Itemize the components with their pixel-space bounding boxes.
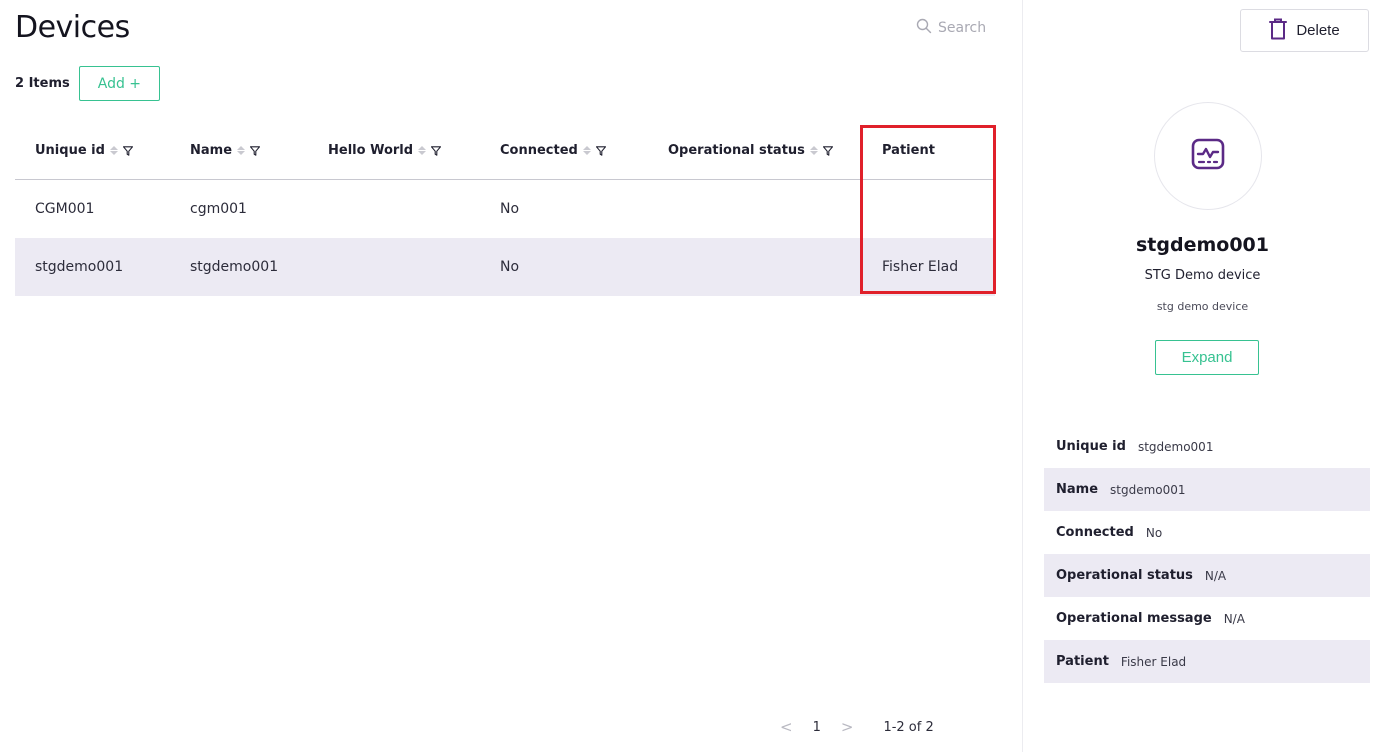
filter-icon[interactable] [595, 145, 606, 156]
property-row: Name stgdemo001 [1044, 468, 1370, 511]
property-value: N/A [1204, 568, 1227, 583]
filter-icon[interactable] [431, 145, 442, 156]
cell-connected: No [500, 201, 520, 217]
search-placeholder: Search [938, 20, 987, 36]
property-key: Patient [1056, 654, 1109, 669]
column-header-operational-status[interactable]: Operational status [648, 143, 846, 158]
column-header-patient[interactable]: Patient [846, 143, 995, 158]
trash-icon [1269, 18, 1288, 44]
device-type: STG Demo device [1144, 268, 1261, 283]
property-row: Connected No [1044, 511, 1370, 554]
property-row: Operational status N/A [1044, 554, 1370, 597]
filter-icon[interactable] [250, 145, 261, 156]
device-name: stgdemo001 [1136, 234, 1269, 256]
table-row[interactable]: stgdemo001 stgdemo001 No Fisher Elad [15, 238, 995, 296]
cell-name: stgdemo001 [190, 259, 279, 275]
prev-page-button[interactable]: < [780, 718, 793, 736]
items-toolbar: 2 Items Add + [15, 66, 161, 101]
device-monitor-icon [1191, 137, 1225, 175]
panel-divider [1022, 0, 1023, 752]
property-row: Unique id stgdemo001 [1044, 425, 1370, 468]
sort-icon[interactable] [109, 146, 118, 155]
property-key: Name [1056, 482, 1099, 497]
property-row: Operational message N/A [1044, 597, 1370, 640]
property-value: Fisher Elad [1120, 654, 1187, 669]
device-description: stg demo device [1156, 300, 1249, 313]
property-key: Unique id [1056, 439, 1126, 454]
property-value: stgdemo001 [1110, 482, 1186, 497]
cell-unique-id: stgdemo001 [35, 259, 124, 275]
column-header-hello-world[interactable]: Hello World [308, 143, 480, 158]
property-row: Patient Fisher Elad [1044, 640, 1370, 683]
devices-table: Unique id Name Hello World Connected Ope… [15, 122, 995, 296]
search-box[interactable]: Search [916, 18, 986, 38]
add-button[interactable]: Add + [78, 66, 161, 101]
property-value: stgdemo001 [1137, 439, 1214, 454]
device-properties: Unique id stgdemo001 Name stgdemo001 Con… [1044, 425, 1370, 683]
property-key: Operational message [1056, 611, 1212, 626]
next-page-button[interactable]: > [841, 718, 854, 736]
pagination-range: 1-2 of 2 [883, 719, 934, 735]
property-value: No [1145, 525, 1163, 540]
property-value: N/A [1223, 611, 1245, 626]
column-header-connected[interactable]: Connected [480, 143, 648, 158]
cell-connected: No [500, 259, 520, 275]
delete-button[interactable]: Delete [1240, 9, 1369, 52]
filter-icon[interactable] [122, 145, 133, 156]
column-header-unique-id[interactable]: Unique id [15, 143, 170, 158]
table-header: Unique id Name Hello World Connected Ope… [15, 122, 995, 180]
pagination: < 1 > 1-2 of 2 [780, 718, 934, 736]
table-row[interactable]: CGM001 cgm001 No [15, 180, 995, 238]
device-avatar [1154, 102, 1262, 210]
sort-icon[interactable] [809, 146, 818, 155]
property-key: Connected [1056, 525, 1134, 540]
page-title: Devices [15, 10, 130, 45]
sort-icon[interactable] [237, 146, 246, 155]
filter-icon[interactable] [822, 145, 833, 156]
column-header-name[interactable]: Name [170, 143, 308, 158]
property-key: Operational status [1056, 568, 1193, 583]
cell-unique-id: CGM001 [35, 201, 95, 217]
expand-button[interactable]: Expand [1155, 340, 1259, 375]
current-page[interactable]: 1 [813, 720, 821, 735]
cell-patient: Fisher Elad [882, 259, 959, 275]
sort-icon[interactable] [418, 146, 427, 155]
delete-label: Delete [1296, 22, 1340, 39]
items-count: 2 Items [15, 76, 70, 91]
sort-icon[interactable] [582, 146, 591, 155]
search-icon [916, 18, 932, 38]
cell-name: cgm001 [190, 201, 247, 217]
